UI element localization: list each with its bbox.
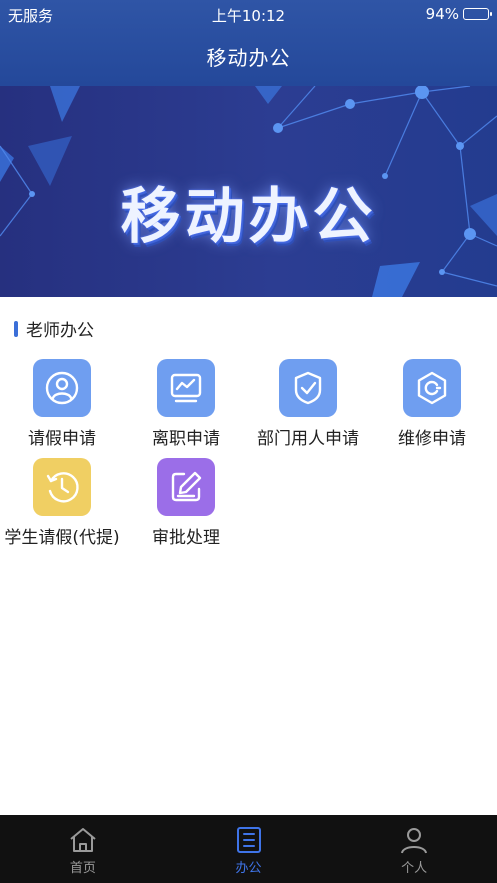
status-bar: 无服务 上午10:12 94% bbox=[0, 0, 497, 28]
battery-icon bbox=[463, 8, 492, 20]
leave-request-item[interactable]: 请假申请 bbox=[0, 359, 124, 451]
student-leave-item[interactable]: 学生请假(代提) bbox=[0, 458, 124, 550]
tab-profile[interactable]: 个人 bbox=[331, 815, 497, 883]
item-label: 请假申请 bbox=[28, 429, 96, 449]
banner-title: 移动办公 bbox=[120, 182, 377, 252]
hexagon-wrench-icon bbox=[403, 359, 461, 417]
page-title: 移动办公 bbox=[206, 46, 291, 70]
staffing-request-item[interactable]: 部门用人申请 bbox=[246, 359, 370, 451]
section-title: 老师办公 bbox=[26, 321, 94, 341]
battery-percent: 94% bbox=[425, 5, 459, 23]
section-accent-bar bbox=[14, 320, 18, 337]
approval-processing-item[interactable]: 审批处理 bbox=[124, 458, 248, 550]
history-clock-icon bbox=[33, 458, 91, 516]
item-label: 部门用人申请 bbox=[257, 429, 359, 449]
clock-text: 上午10:12 bbox=[211, 7, 286, 25]
item-label: 审批处理 bbox=[152, 528, 220, 548]
bottom-tab-bar: 首页 办公 个人 bbox=[0, 815, 497, 883]
tab-office[interactable]: 办公 bbox=[166, 815, 332, 883]
tab-home[interactable]: 首页 bbox=[0, 815, 166, 883]
tab-label: 办公 bbox=[235, 861, 262, 876]
tab-label: 首页 bbox=[69, 861, 96, 876]
top-bar: 无服务 上午10:12 94% 移动办公 bbox=[0, 0, 497, 86]
item-label: 离职申请 bbox=[152, 429, 220, 449]
monitor-chart-icon bbox=[157, 359, 215, 417]
shield-check-icon bbox=[279, 359, 337, 417]
repair-request-item[interactable]: 维修申请 bbox=[370, 359, 494, 451]
hero-banner: 移动办公 bbox=[0, 86, 497, 297]
section-header: 老师办公 bbox=[14, 316, 94, 341]
item-label: 维修申请 bbox=[398, 429, 466, 449]
edit-note-icon bbox=[157, 458, 215, 516]
user-circle-icon bbox=[33, 359, 91, 417]
person-icon bbox=[401, 828, 428, 854]
document-list-icon bbox=[236, 827, 261, 853]
item-label: 学生请假(代提) bbox=[4, 528, 120, 548]
battery-indicator: 94% bbox=[425, 5, 492, 23]
home-icon bbox=[70, 828, 96, 852]
resignation-request-item[interactable]: 离职申请 bbox=[124, 359, 248, 451]
tab-label: 个人 bbox=[401, 861, 428, 876]
